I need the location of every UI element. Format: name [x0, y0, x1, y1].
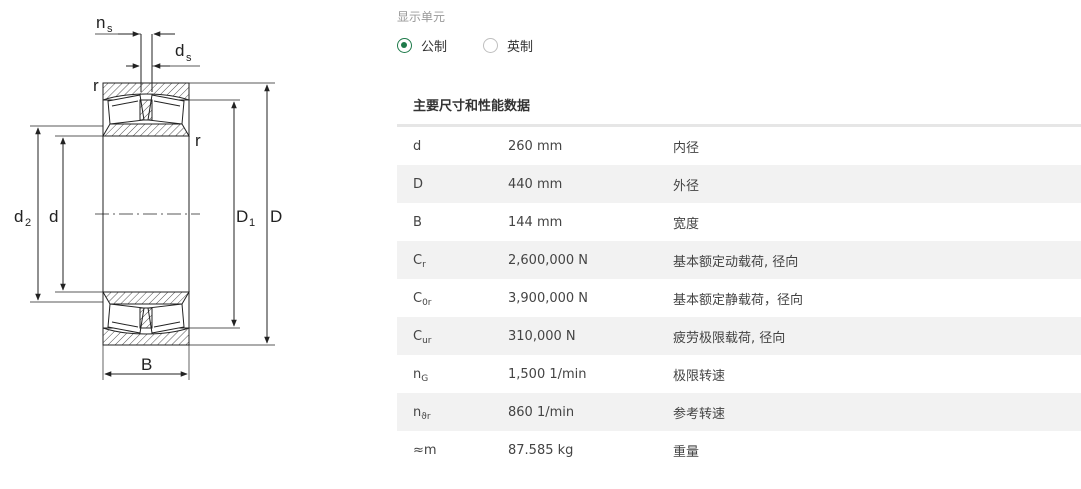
spec-symbol-sub: ϑr	[421, 411, 431, 422]
B-label: B	[141, 355, 152, 374]
spec-symbol-main: D	[413, 176, 424, 192]
spec-value: 260 mm	[508, 138, 563, 154]
spec-description: 基本额定静载荷，径向	[673, 292, 804, 308]
ns-label-sub: s	[107, 23, 113, 35]
spec-value: 87.585 kg	[508, 442, 574, 458]
table-row: C0r 3,900,000 N 基本额定静载荷，径向	[397, 279, 1081, 317]
ds-label: d	[175, 41, 184, 60]
spec-description: 内径	[673, 140, 700, 156]
spec-description: 疲劳极限载荷, 径向	[673, 330, 786, 346]
spec-symbol-sub: 0r	[422, 297, 432, 308]
radio-imperial-label: 英制	[507, 40, 534, 55]
radio-metric[interactable]: 公制	[397, 36, 447, 55]
spec-symbol: d	[397, 139, 508, 154]
spec-value: 1,500 1/min	[508, 366, 587, 382]
spec-value: 144 mm	[508, 214, 563, 230]
spec-table: d 260 mm 内径 D 440 mm 外径 B 144 mm 宽度 Cr 2,600,000 N…	[397, 127, 1081, 469]
section-title: 主要尺寸和性能数据	[413, 99, 531, 114]
r-top-label: r	[93, 76, 99, 95]
spec-symbol: B	[397, 215, 508, 230]
spec-symbol-main: ≈m	[413, 442, 437, 458]
spec-value: 860 1/min	[508, 404, 575, 420]
spec-symbol-main: C	[413, 328, 423, 344]
table-row: nϑr 860 1/min 参考转速	[397, 393, 1081, 431]
spec-symbol: C0r	[397, 290, 508, 308]
d2-label-sub: 2	[25, 217, 31, 229]
radio-metric-circle[interactable]	[397, 38, 412, 53]
D1-label-sub: 1	[249, 217, 255, 229]
table-row: B 144 mm 宽度	[397, 203, 1081, 241]
d-label: d	[49, 207, 58, 226]
ds-label-sub: s	[186, 52, 192, 64]
spec-value: 2,600,000 N	[508, 252, 589, 268]
D1-label: D	[236, 207, 248, 226]
spec-description: 重量	[673, 444, 700, 460]
table-row: ≈m 87.585 kg 重量	[397, 431, 1081, 469]
spec-value: 440 mm	[508, 176, 563, 192]
spec-symbol: nϑr	[397, 404, 508, 422]
spec-symbol: Cr	[397, 252, 508, 270]
table-row: D 440 mm 外径	[397, 165, 1081, 203]
radio-metric-label: 公制	[421, 40, 448, 55]
spec-symbol-sub: ur	[422, 335, 432, 346]
spec-symbol-main: C	[413, 252, 423, 268]
spec-symbol-sub: G	[421, 373, 429, 384]
radio-imperial[interactable]: 英制	[483, 36, 533, 55]
table-row: nG 1,500 1/min 极限转速	[397, 355, 1081, 393]
spec-symbol-main: n	[413, 404, 422, 420]
spec-description: 基本额定动载荷, 径向	[673, 254, 799, 270]
spec-symbol: D	[397, 177, 508, 192]
spec-symbol-sub: r	[422, 259, 426, 270]
spec-symbol: nG	[397, 366, 508, 384]
D-label: D	[270, 207, 282, 226]
display-units-title: 显示单元	[397, 10, 446, 24]
ns-label: n	[96, 13, 105, 32]
spec-symbol: Cur	[397, 328, 508, 346]
spec-description: 宽度	[673, 216, 700, 232]
spec-symbol: ≈m	[397, 443, 508, 458]
r-mid-label: r	[195, 131, 201, 150]
unit-radio-group: 公制 英制	[397, 36, 569, 55]
spec-description: 外径	[673, 178, 700, 194]
spec-symbol-main: d	[413, 138, 422, 154]
spec-value: 310,000 N	[508, 328, 576, 344]
radio-imperial-circle[interactable]	[483, 38, 499, 53]
table-row: d 260 mm 内径	[397, 127, 1081, 165]
bearing-cross-section-drawing: n s d s r r d 2 d D 1 D B	[14, 13, 282, 380]
table-row: Cr 2,600,000 N 基本额定动载荷, 径向	[397, 241, 1081, 279]
spec-symbol-main: C	[413, 290, 423, 306]
spec-value: 3,900,000 N	[508, 290, 589, 306]
table-row: Cur 310,000 N 疲劳极限载荷, 径向	[397, 317, 1081, 355]
spec-description: 极限转速	[673, 368, 726, 384]
spec-description: 参考转速	[673, 406, 726, 422]
spec-symbol-main: B	[413, 214, 422, 230]
d2-label: d	[14, 207, 23, 226]
spec-symbol-main: n	[413, 366, 422, 382]
